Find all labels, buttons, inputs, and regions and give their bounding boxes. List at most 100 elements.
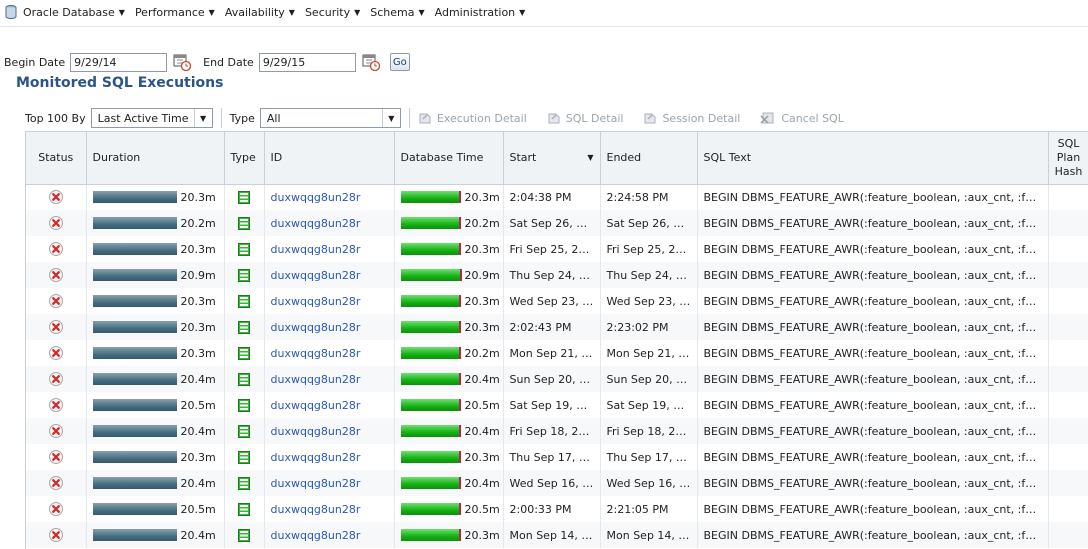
- col-header-duration[interactable]: Duration: [86, 132, 225, 185]
- menubar: Oracle Database ▼ Performance ▼ Availabili…: [0, 0, 1088, 24]
- go-button[interactable]: Go: [389, 53, 410, 71]
- sql-id-link[interactable]: duxwqqg8un28r: [271, 477, 361, 490]
- start-cell: Wed Sep 23, 2...: [503, 288, 601, 314]
- col-header-start[interactable]: Start ▼: [503, 132, 601, 185]
- db-time-bar-tip: [459, 269, 462, 281]
- menu-performance[interactable]: Performance ▼: [135, 6, 215, 19]
- menu-availability[interactable]: Availability ▼: [225, 6, 295, 19]
- session-detail-button[interactable]: Session Detail: [643, 111, 740, 125]
- col-header-ended[interactable]: Ended: [600, 132, 698, 185]
- duration-bar-fill: [92, 373, 177, 385]
- col-header-status[interactable]: Status: [26, 132, 87, 185]
- cancel-sql-button[interactable]: Cancel SQL: [760, 111, 844, 125]
- db-time-value: 20.9m: [464, 268, 500, 282]
- db-time-value: 20.3m: [464, 190, 500, 204]
- table-row[interactable]: 20.3m duxwqqg8un28r 20.3m Wed Sep 23, 2... W…: [26, 288, 1088, 314]
- duration-cell: 20.9m: [86, 262, 225, 288]
- sql-detail-button[interactable]: SQL Detail: [547, 111, 623, 125]
- table-row[interactable]: 20.3m duxwqqg8un28r 20.3m Thu Sep 17, 20...…: [26, 444, 1088, 470]
- sql-id-link[interactable]: duxwqqg8un28r: [271, 347, 361, 360]
- caret-down-icon: ▼: [354, 7, 361, 17]
- plan-hash-cell: [1048, 444, 1088, 470]
- sql-id-link[interactable]: duxwqqg8un28r: [271, 425, 361, 438]
- sql-id-link[interactable]: duxwqqg8un28r: [271, 321, 361, 334]
- type-cell: [224, 288, 265, 314]
- db-time-bar-tip: [458, 529, 461, 541]
- db-time-cell: 20.3m: [394, 522, 504, 548]
- caret-down-icon: ▼: [418, 7, 425, 17]
- begin-date-input[interactable]: [70, 52, 168, 72]
- sql-id-link[interactable]: duxwqqg8un28r: [271, 269, 361, 282]
- sql-id-link[interactable]: duxwqqg8un28r: [271, 399, 361, 412]
- db-time-bar-fill: [400, 399, 459, 411]
- db-time-cell: 20.3m: [394, 288, 504, 314]
- db-time-cell: 20.4m: [394, 366, 504, 392]
- type-select[interactable]: All ▼: [259, 108, 401, 128]
- db-time-bar: [400, 399, 461, 411]
- ended-cell: Sat Sep 26, 20...: [600, 210, 698, 236]
- menu-schema[interactable]: Schema ▼: [370, 6, 424, 19]
- ended-cell: Wed Sep 16, 2...: [600, 470, 698, 496]
- sql-id-link[interactable]: duxwqqg8un28r: [271, 503, 361, 516]
- table-row[interactable]: 20.3m duxwqqg8un28r 20.3m Fri Sep 25, 201..…: [26, 236, 1088, 262]
- table-row[interactable]: 20.4m duxwqqg8un28r 20.4m Fri Sep 18, 201..…: [26, 418, 1088, 444]
- db-time-bar-fill: [400, 451, 459, 463]
- sql-id-link[interactable]: duxwqqg8un28r: [271, 243, 361, 256]
- table-row[interactable]: 20.2m duxwqqg8un28r 20.2m Sat Sep 26, 20...…: [26, 210, 1088, 236]
- table-row[interactable]: 20.3m duxwqqg8un28r 20.3m 2:04:38 PM 2:24:58…: [26, 184, 1088, 210]
- end-date-input[interactable]: [258, 52, 356, 72]
- ended-cell: Sun Sep 20, 20...: [600, 366, 698, 392]
- db-time-bar: [400, 191, 461, 204]
- col-header-sql-plan-hash[interactable]: SQL Plan Hash: [1048, 132, 1088, 185]
- db-time-bar-tip: [458, 295, 461, 307]
- duration-cell: 20.4m: [86, 366, 225, 392]
- calendar-icon[interactable]: [362, 53, 380, 71]
- cancel-sql-label: Cancel SQL: [781, 111, 844, 125]
- status-cell: [26, 522, 87, 548]
- calendar-icon[interactable]: [173, 53, 192, 71]
- sql-id-link[interactable]: duxwqqg8un28r: [271, 295, 361, 308]
- execution-detail-button[interactable]: Execution Detail: [418, 111, 527, 125]
- duration-bar-fill: [92, 269, 177, 281]
- error-x-icon: [48, 320, 63, 334]
- error-x-icon: [48, 528, 63, 542]
- top-by-select[interactable]: Last Active Time ▼: [90, 108, 213, 128]
- table-row[interactable]: 20.4m duxwqqg8un28r 20.4m Sun Sep 20, 20...…: [26, 366, 1088, 392]
- sql-id-link[interactable]: duxwqqg8un28r: [271, 373, 361, 386]
- status-cell: [26, 184, 87, 210]
- sql-id-link[interactable]: duxwqqg8un28r: [271, 191, 361, 204]
- table-row[interactable]: 20.3m duxwqqg8un28r 20.3m 2:02:43 PM 2:23:02…: [26, 314, 1088, 340]
- ended-cell: Wed Sep 23, 2...: [600, 288, 698, 314]
- menu-oracle-database[interactable]: Oracle Database ▼: [23, 6, 125, 19]
- ended-cell: Mon Sep 14, 20...: [600, 522, 698, 548]
- col-header-sql-text[interactable]: SQL Text: [697, 132, 1049, 185]
- table-row[interactable]: 20.4m duxwqqg8un28r 20.3m Mon Sep 14, 20...…: [26, 522, 1088, 548]
- duration-cell: 20.3m: [86, 444, 225, 470]
- id-cell: duxwqqg8un28r: [264, 418, 395, 444]
- menu-administration[interactable]: Administration ▼: [435, 6, 526, 19]
- menu-label: Administration: [434, 5, 516, 19]
- db-time-bar: [400, 503, 461, 515]
- sql-id-link[interactable]: duxwqqg8un28r: [271, 529, 361, 542]
- id-cell: duxwqqg8un28r: [264, 210, 395, 236]
- caret-down-icon: ▼: [208, 7, 215, 17]
- duration-cell: 20.2m: [86, 210, 225, 236]
- col-header-type[interactable]: Type: [224, 132, 265, 185]
- table-row[interactable]: 20.4m duxwqqg8un28r 20.4m Wed Sep 16, 2... W…: [26, 470, 1088, 496]
- table-row[interactable]: 20.5m duxwqqg8un28r 20.5m 2:00:33 PM 2:21:05…: [26, 496, 1088, 522]
- table-row[interactable]: 20.3m duxwqqg8un28r 20.2m Mon Sep 21, 20...…: [26, 340, 1088, 366]
- sql-id-link[interactable]: duxwqqg8un28r: [271, 451, 361, 464]
- col-header-id[interactable]: ID: [264, 132, 395, 185]
- table-row[interactable]: 20.5m duxwqqg8un28r 20.5m Sat Sep 19, 20...…: [26, 392, 1088, 418]
- db-time-bar: [400, 451, 461, 463]
- duration-bar-fill: [92, 217, 177, 229]
- menu-security[interactable]: Security ▼: [305, 6, 360, 19]
- col-header-database-time[interactable]: Database Time: [394, 132, 504, 185]
- duration-value: 20.9m: [180, 268, 216, 282]
- db-time-cell: 20.2m: [394, 210, 504, 236]
- table-row[interactable]: 20.9m duxwqqg8un28r 20.9m Thu Sep 24, 20...…: [26, 262, 1088, 288]
- db-time-bar-tip: [458, 347, 461, 359]
- status-cell: [26, 210, 87, 236]
- sql-id-link[interactable]: duxwqqg8un28r: [271, 217, 361, 230]
- duration-bar: [92, 503, 177, 515]
